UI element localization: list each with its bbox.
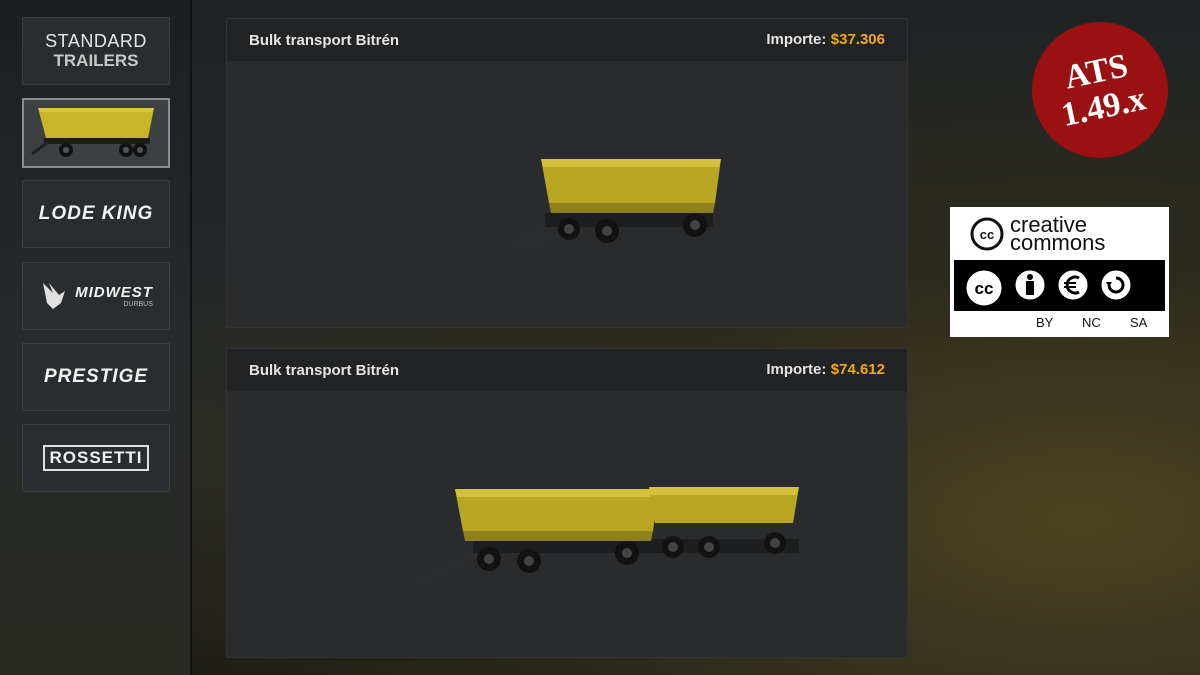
sidebar-item-prestige[interactable]: PRESTIGE xyxy=(22,343,170,411)
standard-label-line2: TRAILERS xyxy=(53,51,139,70)
sidebar-item-bulk-trailer[interactable] xyxy=(22,98,170,168)
price-label: Importe: xyxy=(766,31,827,48)
panel-title: Bulk transport Bitrén xyxy=(249,361,400,379)
creative-commons-license: cc creative commons cc BY NC SA xyxy=(950,207,1169,337)
trailer-preview xyxy=(227,61,907,327)
sharealike-icon xyxy=(1098,267,1134,303)
rossetti-logo: ROSSETTI xyxy=(43,445,149,471)
trailer-panel-double[interactable]: Bulk transport Bitrén Importe: $74.612 xyxy=(226,348,908,658)
cc-circle-icon: cc xyxy=(970,217,1004,251)
panel-price: Importe: $74.612 xyxy=(766,361,885,379)
trailer-panel-single[interactable]: Bulk transport Bitrén Importe: $37.306 xyxy=(226,18,908,328)
cc-tag-nc: NC xyxy=(1082,315,1101,330)
cc-tag-by: BY xyxy=(1036,315,1054,330)
panel-header: Bulk transport Bitrén Importe: $37.306 xyxy=(227,19,907,61)
standard-label-line1: STANDARD xyxy=(45,31,147,51)
sidebar-item-lode-king[interactable]: LODE KING xyxy=(22,180,170,248)
prestige-logo: PRESTIGE xyxy=(43,366,149,387)
price-label: Importe: xyxy=(766,361,827,378)
midwest-sub: DURBUS xyxy=(123,301,153,308)
noncommercial-icon xyxy=(1055,267,1091,303)
panel-title: Bulk transport Bitrén xyxy=(249,31,400,49)
ats-version-badge: ATS 1.49.x xyxy=(1019,9,1181,171)
sidebar-item-standard-trailers[interactable]: STANDARD TRAILERS xyxy=(22,17,170,85)
cc-icons-bar: cc BY NC SA xyxy=(954,260,1165,333)
midwest-logo: MIDWEST xyxy=(75,284,153,301)
sidebar-item-rossetti[interactable]: ROSSETTI xyxy=(22,424,170,492)
cc-wordmark: creative commons xyxy=(1010,214,1106,255)
cc-icon-text: cc xyxy=(975,279,994,298)
trailer-preview xyxy=(227,391,907,657)
lode-king-logo: LODE KING xyxy=(38,203,154,224)
standard-trailers-label: STANDARD TRAILERS xyxy=(45,31,147,71)
double-trailer-image xyxy=(414,487,799,587)
panel-header: Bulk transport Bitrén Importe: $74.612 xyxy=(227,349,907,391)
single-trailer-image xyxy=(510,159,721,250)
price-value: $37.306 xyxy=(830,31,885,48)
cc-circle-text: cc xyxy=(980,227,994,242)
price-value: $74.612 xyxy=(830,361,885,378)
cc-tag-sa: SA xyxy=(1130,315,1148,330)
panel-price: Importe: $37.306 xyxy=(766,31,885,49)
attribution-icon xyxy=(1012,267,1048,303)
cc-icon: cc xyxy=(963,267,1005,309)
sidebar-item-midwest[interactable]: MIDWEST DURBUS xyxy=(22,262,170,330)
bulk-trailer-thumbnail-icon xyxy=(31,108,154,157)
cc-tags: BY NC SA xyxy=(954,311,1165,333)
cc-header: cc creative commons xyxy=(952,209,1167,259)
cc-word2: commons xyxy=(1010,230,1106,255)
eagle-icon xyxy=(43,283,66,309)
